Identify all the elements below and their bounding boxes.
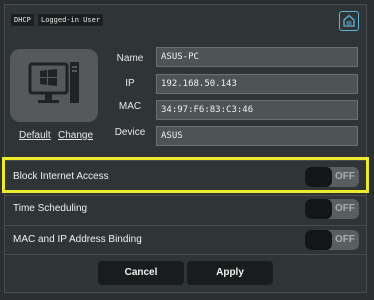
toggle-state: OFF xyxy=(335,171,355,182)
windows-pc-icon xyxy=(28,62,79,103)
ip-label: IP xyxy=(125,78,135,89)
mac-label: MAC xyxy=(118,101,142,112)
save-device-button[interactable] xyxy=(339,11,359,31)
divider xyxy=(4,225,367,226)
block-internet-access-label: Block Internet Access xyxy=(13,171,109,182)
cancel-button[interactable]: Cancel xyxy=(98,261,184,285)
device-field[interactable]: ASUS xyxy=(156,126,358,146)
name-label: Name xyxy=(116,53,144,64)
divider xyxy=(4,195,367,196)
block-internet-access-toggle[interactable]: OFF xyxy=(305,167,359,187)
change-link[interactable]: Change xyxy=(58,130,93,141)
mac-ip-binding-toggle[interactable]: OFF xyxy=(305,230,359,250)
toggle-knob xyxy=(305,167,332,187)
default-link[interactable]: Default xyxy=(19,130,51,141)
time-scheduling-toggle[interactable]: OFF xyxy=(305,199,359,219)
toggle-state: OFF xyxy=(335,234,355,245)
device-label: Device xyxy=(114,127,146,138)
ip-field[interactable]: 192.168.50.143 xyxy=(156,74,358,94)
apply-button[interactable]: Apply xyxy=(187,261,273,285)
dhcp-badge: DHCP xyxy=(11,14,34,26)
toggle-knob xyxy=(305,199,332,219)
logged-in-user-badge: Logged-in User xyxy=(38,14,104,26)
toggle-state: OFF xyxy=(335,203,355,214)
time-scheduling-label: Time Scheduling xyxy=(13,203,88,214)
device-avatar[interactable] xyxy=(10,49,98,122)
divider xyxy=(4,254,367,255)
save-device-icon xyxy=(343,14,355,27)
mac-field[interactable]: 34:97:F6:83:C3:46 xyxy=(156,100,358,120)
toggle-knob xyxy=(305,230,332,250)
name-field[interactable]: ASUS-PC xyxy=(156,47,358,67)
mac-ip-binding-label: MAC and IP Address Binding xyxy=(13,234,142,245)
